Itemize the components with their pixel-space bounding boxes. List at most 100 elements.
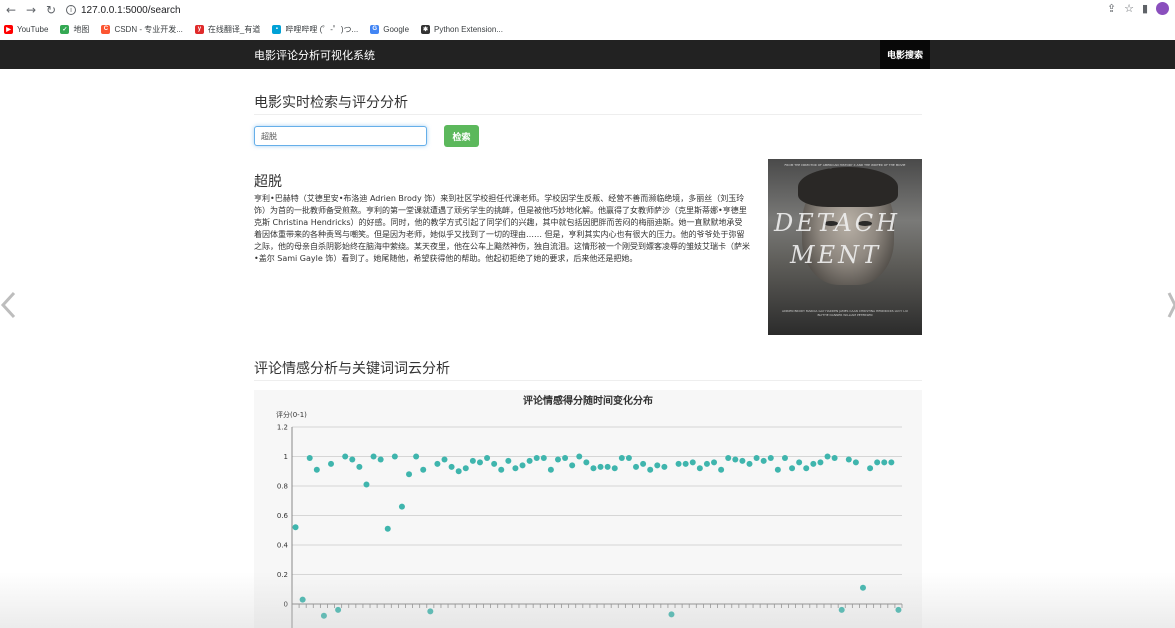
reload-icon[interactable]: ↻ <box>42 1 60 19</box>
data-point[interactable] <box>831 454 838 461</box>
data-point[interactable] <box>852 459 859 466</box>
data-point[interactable] <box>328 460 335 467</box>
data-point[interactable] <box>342 453 349 460</box>
bookmark-csdn[interactable]: C CSDN - 专业开发... <box>101 24 183 35</box>
data-point[interactable] <box>505 457 512 464</box>
data-point[interactable] <box>476 459 483 466</box>
data-point[interactable] <box>682 460 689 467</box>
data-point[interactable] <box>817 459 824 466</box>
bookmark-map[interactable]: ✓ 地图 <box>60 24 89 35</box>
data-point[interactable] <box>824 453 831 460</box>
data-point[interactable] <box>654 462 661 469</box>
data-point[interactable] <box>469 457 476 464</box>
bookmark-star-icon[interactable]: ☆ <box>1124 2 1134 15</box>
data-point[interactable] <box>398 503 405 510</box>
search-input[interactable] <box>254 126 427 146</box>
data-point[interactable] <box>484 454 491 461</box>
forward-arrow-icon[interactable]: → <box>22 1 40 19</box>
data-point[interactable] <box>725 454 732 461</box>
data-point[interactable] <box>597 463 604 470</box>
site-info-icon[interactable]: i <box>66 5 76 15</box>
data-point[interactable] <box>462 465 469 472</box>
data-point[interactable] <box>604 463 611 470</box>
search-button[interactable]: 检索 <box>444 125 479 147</box>
data-point[interactable] <box>895 606 902 613</box>
data-point[interactable] <box>562 454 569 461</box>
data-point[interactable] <box>590 465 597 472</box>
data-point[interactable] <box>519 462 526 469</box>
bookmark-python-extension[interactable]: ✱ Python Extension... <box>421 24 503 34</box>
data-point[interactable] <box>569 462 576 469</box>
data-point[interactable] <box>434 460 441 467</box>
bookmark-google[interactable]: G Google <box>370 24 409 34</box>
data-point[interactable] <box>618 454 625 461</box>
data-point[interactable] <box>576 453 583 460</box>
data-point[interactable] <box>455 468 462 475</box>
data-point[interactable] <box>746 460 753 467</box>
data-point[interactable] <box>313 466 320 473</box>
data-point[interactable] <box>838 606 845 613</box>
data-point[interactable] <box>299 596 306 603</box>
data-point[interactable] <box>384 525 391 532</box>
data-point[interactable] <box>491 460 498 467</box>
sidebar-icon[interactable]: ▮ <box>1142 2 1148 15</box>
data-point[interactable] <box>711 459 718 466</box>
app-brand[interactable]: 电影评论分析可视化系统 <box>254 47 375 63</box>
data-point[interactable] <box>718 466 725 473</box>
data-point[interactable] <box>633 463 640 470</box>
data-point[interactable] <box>356 463 363 470</box>
data-point[interactable] <box>803 465 810 472</box>
data-point[interactable] <box>420 466 427 473</box>
carousel-next-icon[interactable] <box>1166 290 1175 320</box>
data-point[interactable] <box>881 459 888 466</box>
data-point[interactable] <box>767 454 774 461</box>
bookmark-youtube[interactable]: ▶ YouTube <box>4 24 48 34</box>
data-point[interactable] <box>696 465 703 472</box>
data-point[interactable] <box>640 460 647 467</box>
data-point[interactable] <box>292 524 299 531</box>
bookmark-youdao[interactable]: y 在线翻译_有道 <box>194 24 260 35</box>
data-point[interactable] <box>448 463 455 470</box>
data-point[interactable] <box>845 456 852 463</box>
data-point[interactable] <box>703 460 710 467</box>
data-point[interactable] <box>554 456 561 463</box>
share-icon[interactable]: ⇪ <box>1107 2 1116 15</box>
data-point[interactable] <box>647 466 654 473</box>
data-point[interactable] <box>498 466 505 473</box>
data-point[interactable] <box>796 459 803 466</box>
data-point[interactable] <box>774 466 781 473</box>
data-point[interactable] <box>547 466 554 473</box>
data-point[interactable] <box>526 457 533 464</box>
data-point[interactable] <box>753 454 760 461</box>
data-point[interactable] <box>441 456 448 463</box>
nav-movie-search[interactable]: 电影搜索 <box>880 40 930 69</box>
data-point[interactable] <box>810 460 817 467</box>
data-point[interactable] <box>413 453 420 460</box>
data-point[interactable] <box>540 454 547 461</box>
data-point[interactable] <box>306 454 313 461</box>
address-bar[interactable]: i 127.0.0.1:5000/search <box>66 5 181 16</box>
data-point[interactable] <box>625 454 632 461</box>
data-point[interactable] <box>320 612 327 619</box>
data-point[interactable] <box>533 454 540 461</box>
data-point[interactable] <box>583 459 590 466</box>
data-point[interactable] <box>760 457 767 464</box>
data-point[interactable] <box>512 465 519 472</box>
data-point[interactable] <box>377 456 384 463</box>
data-point[interactable] <box>789 465 796 472</box>
data-point[interactable] <box>739 457 746 464</box>
data-point[interactable] <box>391 453 398 460</box>
back-arrow-icon[interactable]: ← <box>2 1 20 19</box>
data-point[interactable] <box>781 454 788 461</box>
carousel-prev-icon[interactable] <box>0 290 18 320</box>
data-point[interactable] <box>349 456 356 463</box>
data-point[interactable] <box>406 471 413 478</box>
avatar[interactable] <box>1156 2 1169 15</box>
data-point[interactable] <box>370 453 377 460</box>
data-point[interactable] <box>427 608 434 615</box>
data-point[interactable] <box>363 481 370 488</box>
data-point[interactable] <box>675 460 682 467</box>
data-point[interactable] <box>874 459 881 466</box>
data-point[interactable] <box>867 465 874 472</box>
data-point[interactable] <box>689 459 696 466</box>
